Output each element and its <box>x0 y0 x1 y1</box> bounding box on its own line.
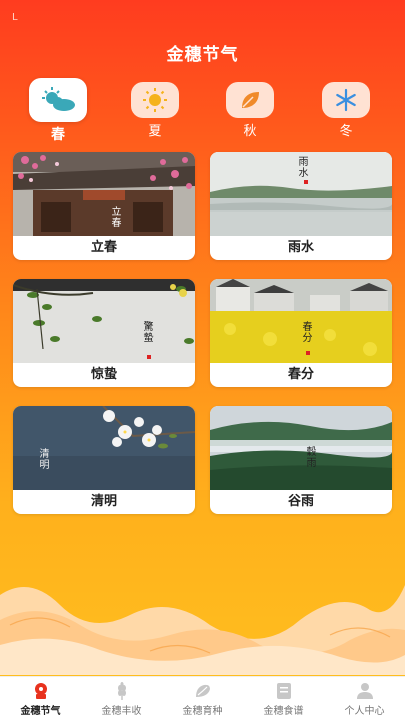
season-selector: 春 夏 秋 冬 <box>0 78 405 143</box>
term-name: 惊蛰 <box>90 367 117 382</box>
season-tab-autumn[interactable]: 秋 <box>220 78 280 139</box>
calendar-flower-icon <box>0 681 81 701</box>
term-caption: 清明 <box>37 448 48 470</box>
user-icon <box>324 681 405 701</box>
misty-lake-image: 雨水 <box>210 152 392 236</box>
season-label: 秋 <box>243 124 257 139</box>
term-name: 雨水 <box>287 240 314 255</box>
book-icon <box>243 681 324 701</box>
pear-blossom-image: 清明 <box>13 406 195 490</box>
tab-harvest[interactable]: 金穗丰收 <box>81 677 162 720</box>
term-card-jingzhe[interactable]: 驚蟄 惊蛰 <box>13 279 195 387</box>
tab-label: 金穗育种 <box>182 706 223 717</box>
snowflake-icon <box>322 82 370 118</box>
term-card-yushui[interactable]: 雨水 雨水 <box>210 152 392 260</box>
term-caption: 立春 <box>109 206 120 228</box>
term-caption: 穀雨 <box>304 446 315 468</box>
tab-label: 个人中心 <box>344 706 385 717</box>
leaf-icon <box>226 82 274 118</box>
seed-icon <box>162 681 243 701</box>
term-card-chunfen[interactable]: 春分 春分 <box>210 279 392 387</box>
misty-mountain-image: 穀雨 <box>210 406 392 490</box>
tab-breeding[interactable]: 金穗育种 <box>162 677 243 720</box>
term-card-guyu[interactable]: 穀雨 谷雨 <box>210 406 392 514</box>
term-caption: 春分 <box>300 321 311 343</box>
seal-mark <box>304 180 308 184</box>
term-name: 谷雨 <box>287 494 314 509</box>
wheat-icon <box>81 681 162 701</box>
term-card-lichun[interactable]: 立春 立春 <box>13 152 195 260</box>
bottom-tab-bar: 金穗节气 金穗丰收 金穗育种 金穗食谱 个人中心 <box>0 676 405 720</box>
plum-blossom-house-image: 立春 <box>13 152 195 236</box>
term-name: 立春 <box>90 240 117 255</box>
page-title: 金穗节气 <box>166 45 239 65</box>
season-label: 冬 <box>339 124 353 139</box>
season-label: 夏 <box>148 124 162 139</box>
sun-cloud-icon <box>29 78 87 122</box>
term-name: 春分 <box>287 367 314 382</box>
term-caption: 雨水 <box>296 156 307 178</box>
term-caption: 驚蟄 <box>141 321 152 343</box>
tab-label: 金穗食谱 <box>263 706 304 717</box>
seal-mark <box>147 355 151 359</box>
rapeseed-field-image: 春分 <box>210 279 392 363</box>
sun-icon <box>131 82 179 118</box>
decorative-mountain-waves <box>0 565 405 675</box>
tab-profile[interactable]: 个人中心 <box>324 677 405 720</box>
term-card-qingming[interactable]: 清明 清明 <box>13 406 195 514</box>
seal-mark <box>306 351 310 355</box>
season-tab-summer[interactable]: 夏 <box>125 78 185 139</box>
spring-branch-image: 驚蟄 <box>13 279 195 363</box>
term-name: 清明 <box>90 494 117 509</box>
season-tab-spring[interactable]: 春 <box>28 78 88 144</box>
season-label: 春 <box>51 127 65 143</box>
tab-solar-terms[interactable]: 金穗节气 <box>0 677 81 720</box>
status-indicator: L <box>12 12 18 23</box>
tab-label: 金穗丰收 <box>101 706 142 717</box>
season-tab-winter[interactable]: 冬 <box>316 78 376 139</box>
tab-label: 金穗节气 <box>20 706 61 717</box>
tab-recipes[interactable]: 金穗食谱 <box>243 677 324 720</box>
